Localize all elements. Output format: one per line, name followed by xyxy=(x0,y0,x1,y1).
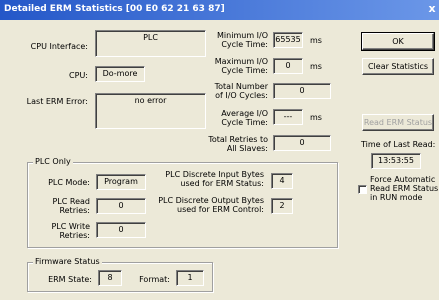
max-cycle-label-1: Maximum I/O xyxy=(214,57,268,66)
title-bar: Detailed ERM Statistics [00 E0 62 21 63 … xyxy=(0,0,439,20)
force-auto-read-checkbox[interactable] xyxy=(358,185,367,194)
close-icon[interactable]: x xyxy=(426,2,438,16)
plc-read-retries-label-2: Retries: xyxy=(59,206,90,215)
plc-only-group-title: PLC Only xyxy=(33,157,73,166)
force-auto-label-1: Force Automatic xyxy=(370,175,436,184)
firmware-status-group-title: Firmware Status xyxy=(33,257,102,266)
plc-write-retries-label-2: Retries: xyxy=(59,231,90,240)
total-retries-label-1: Total Retries to xyxy=(208,135,268,144)
clear-statistics-button[interactable]: Clear Statistics xyxy=(362,58,434,75)
discrete-output-field: 2 xyxy=(271,198,293,214)
ok-button[interactable]: OK xyxy=(361,32,435,51)
time-of-last-read-label: Time of Last Read: xyxy=(361,140,436,149)
format-field: 1 xyxy=(176,270,204,286)
total-cycles-label-1: Total Number xyxy=(214,82,268,91)
plc-read-retries-field: 0 xyxy=(96,198,146,214)
erm-state-field: 8 xyxy=(98,270,122,286)
min-cycle-unit: ms xyxy=(310,36,322,45)
discrete-output-label-1: PLC Discrete Output Bytes xyxy=(158,196,264,205)
plc-read-retries-label-1: PLC Read xyxy=(52,197,90,206)
plc-write-retries-label-1: PLC Write xyxy=(51,222,90,231)
plc-write-retries-field: 0 xyxy=(96,222,146,238)
cpu-field: Do-more xyxy=(95,66,145,82)
avg-cycle-unit: ms xyxy=(310,113,322,122)
read-erm-status-button[interactable]: Read ERM Status xyxy=(362,114,434,131)
format-label: Format: xyxy=(139,275,170,284)
max-cycle-time-field: 0 xyxy=(273,58,303,74)
min-cycle-label-2: Cycle Time: xyxy=(221,40,268,49)
window-title: Detailed ERM Statistics [00 E0 62 21 63 … xyxy=(4,4,225,14)
max-cycle-unit: ms xyxy=(310,62,322,71)
force-auto-label-2: Read ERM Status xyxy=(370,184,439,193)
total-retries-field: 0 xyxy=(273,135,331,151)
avg-cycle-label-2: Cycle Time: xyxy=(221,118,268,127)
plc-mode-field: Program xyxy=(96,174,146,190)
force-auto-label-3: in RUN mode xyxy=(370,193,423,202)
total-cycles-field: 0 xyxy=(273,83,331,99)
cpu-label: CPU: xyxy=(69,71,88,80)
cpu-interface-field: PLC xyxy=(95,30,206,57)
total-retries-label-2: All Slaves: xyxy=(226,144,268,153)
discrete-output-label-2: used for ERM Control: xyxy=(177,205,264,214)
discrete-input-label-2: used for ERM Status: xyxy=(180,179,264,188)
last-erm-error-label: Last ERM Error: xyxy=(26,97,88,106)
plc-mode-label: PLC Mode: xyxy=(48,178,90,187)
min-cycle-time-field: 65535 xyxy=(273,32,303,48)
max-cycle-label-2: Cycle Time: xyxy=(221,66,268,75)
discrete-input-field: 4 xyxy=(271,173,293,189)
erm-state-label: ERM State: xyxy=(48,275,92,284)
avg-cycle-label-1: Average I/O xyxy=(221,109,268,118)
avg-cycle-time-field: --- xyxy=(273,109,303,125)
last-erm-error-field: no error xyxy=(95,93,206,129)
min-cycle-label-1: Minimum I/O xyxy=(217,31,268,40)
time-of-last-read-field: 13:53:55 xyxy=(371,153,421,169)
discrete-input-label-1: PLC Discrete Input Bytes xyxy=(165,170,264,179)
cpu-interface-label: CPU Interface: xyxy=(30,42,88,51)
total-cycles-label-2: of I/O Cycles: xyxy=(215,91,268,100)
